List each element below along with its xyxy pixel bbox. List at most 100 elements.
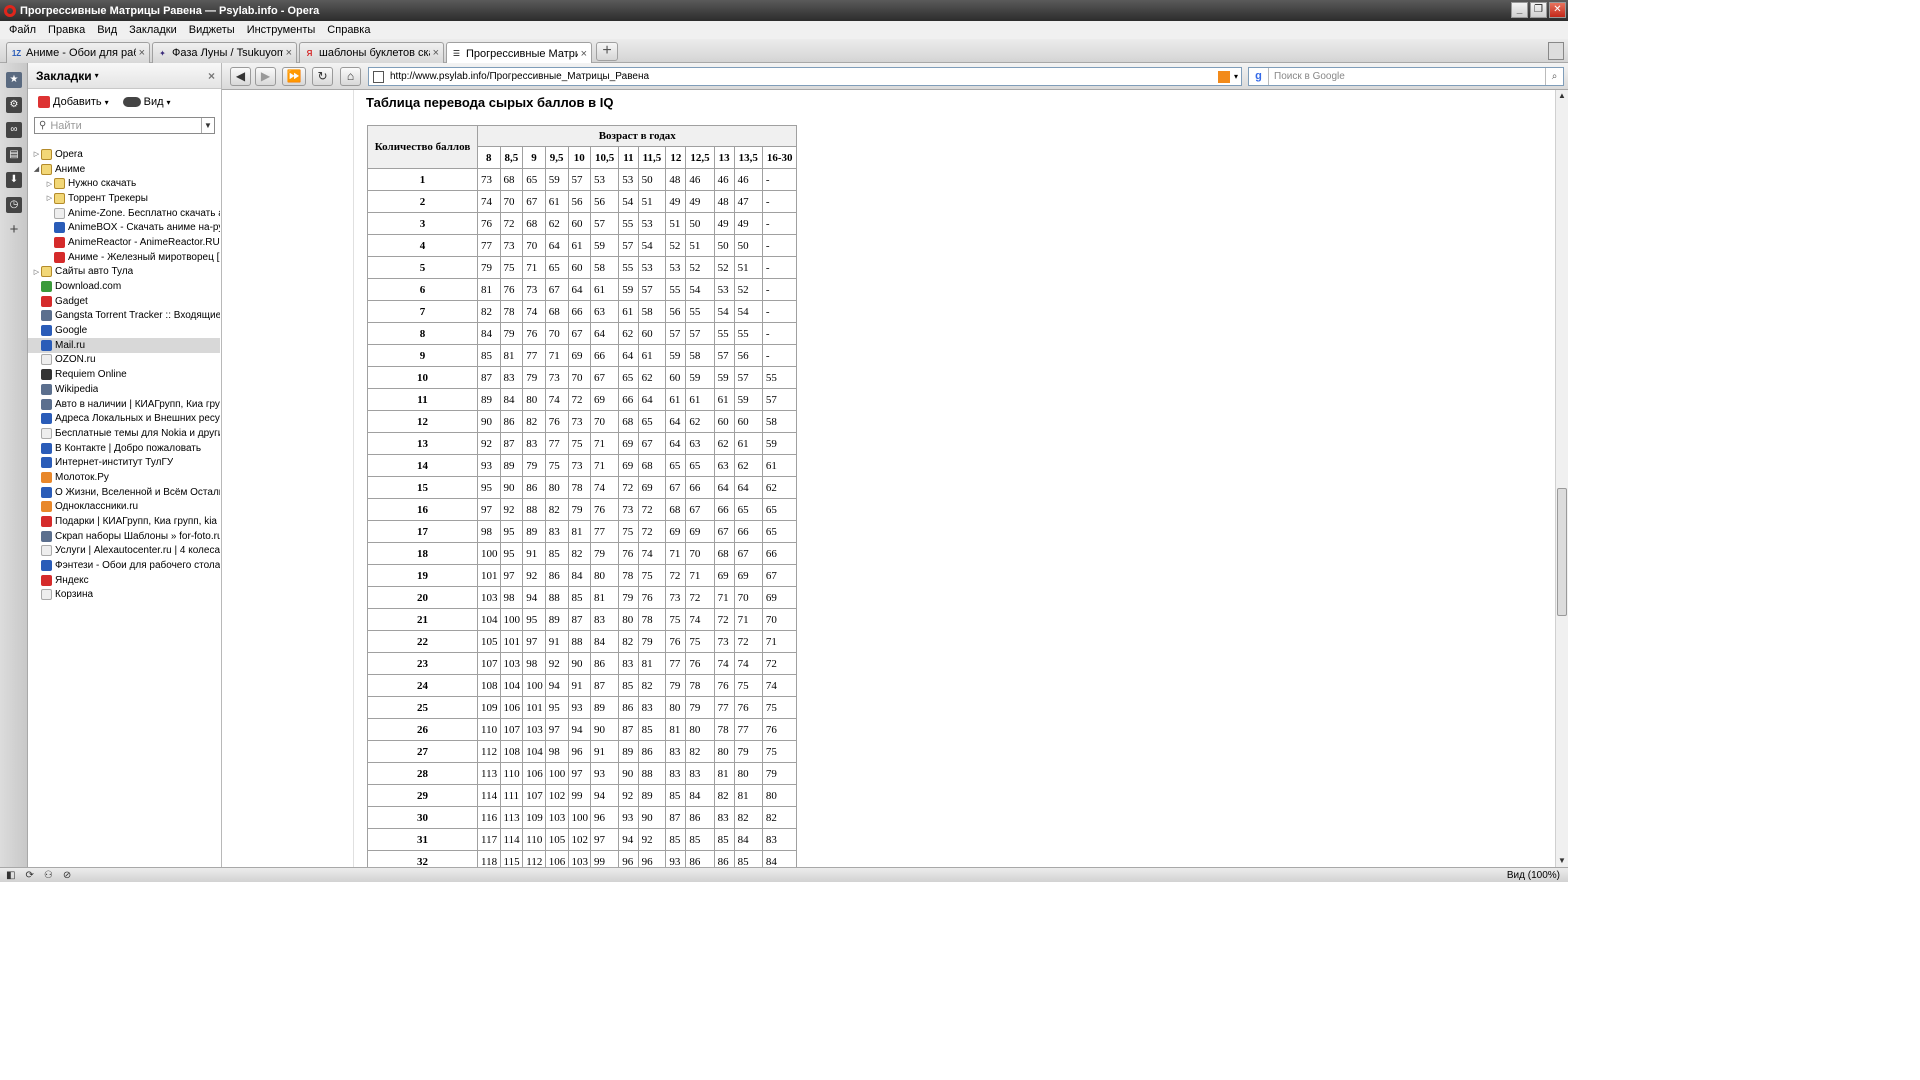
bookmark-item[interactable]: Фэнтези - Обои для рабочего стола - ... [28, 558, 220, 573]
turbo-icon[interactable]: ⊘ [63, 870, 71, 881]
bookmark-item[interactable]: Молоток.Ру [28, 470, 220, 485]
expand-arrow-icon[interactable]: ▷ [32, 268, 41, 276]
bookmark-item[interactable]: Mail.ru [28, 337, 220, 353]
bookmark-item[interactable]: Интернет-институт ТулГУ [28, 455, 220, 470]
panel-close-icon[interactable]: × [208, 69, 215, 83]
iq-cell: 86 [637, 740, 667, 763]
menu-help[interactable]: Справка [321, 24, 376, 36]
google-icon[interactable]: g [1249, 68, 1269, 85]
add-panel-icon[interactable]: + [6, 222, 22, 238]
bookmark-item[interactable]: Бесплатные темы для Nokia и других ... [28, 426, 220, 441]
search-dropdown-icon[interactable]: ▼ [201, 118, 214, 133]
bookmark-item[interactable]: Gangsta Torrent Tracker :: Входящие [28, 309, 220, 324]
menu-file[interactable]: Файл [3, 24, 42, 36]
panel-title[interactable]: Закладки [36, 69, 92, 83]
menu-edit[interactable]: Правка [42, 24, 91, 36]
tab-close-icon[interactable]: × [581, 48, 587, 60]
bookmark-item[interactable]: Gadget [28, 294, 220, 309]
widgets-panel-icon[interactable]: ⚙ [6, 97, 22, 113]
tab-moon-phase[interactable]: ✦ Фаза Луны / Tsukuyomi... × [152, 42, 297, 63]
iq-cell: 73 [522, 278, 546, 301]
bookmark-item[interactable]: Аниме - Железный миротворец [P... [28, 250, 220, 265]
bookmark-item[interactable]: Авто в наличии | КИАГрупп, Киа групп... [28, 397, 220, 412]
bookmark-item[interactable]: AnimeReactor - AnimeReactor.RU :A... [28, 235, 220, 250]
iq-cell: - [761, 212, 798, 235]
search-field[interactable]: g Поиск в Google ⌕ [1248, 67, 1564, 86]
search-placeholder[interactable]: Поиск в Google [1274, 71, 1345, 82]
bookmark-item[interactable]: Wikipedia [28, 382, 220, 397]
notes-panel-icon[interactable]: ▤ [6, 147, 22, 163]
new-tab-button[interactable]: + [596, 42, 618, 61]
scroll-up-icon[interactable]: ▲ [1556, 90, 1568, 102]
zoom-level[interactable]: Вид (100%) [1507, 870, 1560, 881]
panel-title-dropdown-icon[interactable]: ▾ [95, 71, 99, 80]
bookmark-item[interactable]: Адреса Локальных и Внешних ресурс... [28, 411, 220, 426]
menu-tools[interactable]: Инструменты [241, 24, 322, 36]
bookmark-item[interactable]: Корзина [28, 588, 220, 603]
links-panel-icon[interactable]: ∞ [6, 122, 22, 138]
rss-icon[interactable] [1217, 70, 1230, 83]
bookmark-item[interactable]: Скрап наборы Шаблоны » for-foto.ru | p..… [28, 529, 220, 544]
expand-arrow-icon[interactable]: ▷ [45, 180, 54, 188]
close-button[interactable]: ✕ [1549, 2, 1566, 18]
vertical-scrollbar[interactable]: ▲ ▼ [1555, 90, 1568, 867]
menu-bookmarks[interactable]: Закладки [123, 24, 183, 36]
address-dropdown-icon[interactable]: ▾ [1234, 72, 1238, 81]
sync-icon[interactable]: ⟳ [25, 870, 33, 881]
unite-icon[interactable]: ⚇ [44, 870, 53, 881]
maximize-button[interactable]: ❐ [1530, 2, 1547, 18]
expand-arrow-icon[interactable]: ▷ [45, 194, 54, 202]
tab-raven-matrices[interactable]: ☰ Прогрессивные Матриц... × [446, 42, 592, 64]
bookmark-item[interactable]: Requiem Online [28, 367, 220, 382]
address-bar[interactable]: http://www.psylab.info/Прогрессивные_Мат… [368, 67, 1242, 86]
home-button[interactable]: ⌂ [340, 67, 361, 86]
add-bookmark-button[interactable]: Добавить ▾ [38, 96, 109, 108]
menu-widgets[interactable]: Виджеты [183, 24, 241, 36]
bookmark-item[interactable]: Подарки | КИАГрупп, Киа групп, kia gr... [28, 514, 220, 529]
bookmark-folder[interactable]: ▷ Нужно скачать [28, 176, 220, 191]
expand-arrow-icon[interactable]: ◢ [32, 165, 41, 173]
fast-forward-button[interactable]: ⏩ [282, 67, 306, 86]
url-text[interactable]: http://www.psylab.info/Прогрессивные_Мат… [390, 71, 649, 82]
scroll-down-icon[interactable]: ▼ [1556, 855, 1568, 867]
bookmark-item[interactable]: Download.com [28, 279, 220, 294]
forward-button[interactable]: ▶ [255, 67, 276, 86]
bookmark-item[interactable]: Anime-Zone. Бесплатно скачать ан... [28, 206, 220, 221]
expand-arrow-icon[interactable]: ▷ [32, 150, 41, 158]
tab-favicon-icon: 1Z [11, 48, 22, 58]
bookmark-item[interactable]: Google [28, 323, 220, 338]
tab-close-icon[interactable]: × [286, 47, 292, 59]
bookmark-search-input[interactable]: ⚲ Найти ▼ [34, 117, 215, 134]
bookmark-item[interactable]: OZON.ru [28, 353, 220, 368]
panel-toggle-icon[interactable]: ◧ [6, 870, 15, 881]
bookmark-item[interactable]: AnimeBOX - Скачать аниме на-русс... [28, 220, 220, 235]
bookmark-label: Нужно скачать [68, 178, 137, 190]
bookmark-item[interactable]: Одноклассники.ru [28, 500, 220, 515]
bookmark-folder[interactable]: ◢ Аниме [28, 162, 220, 177]
reload-button[interactable]: ↻ [312, 67, 333, 86]
bookmark-folder[interactable]: ▷ Торрент Трекеры [28, 191, 220, 206]
tab-close-icon[interactable]: × [433, 47, 439, 59]
menu-view[interactable]: Вид [91, 24, 123, 36]
bookmark-item[interactable]: Яндекс [28, 573, 220, 588]
back-button[interactable]: ◀ [230, 67, 251, 86]
bookmark-item[interactable]: В Контакте | Добро пожаловать [28, 441, 220, 456]
age-header-cell: 8,5 [499, 146, 524, 169]
tab-booklet-templates[interactable]: Я шаблоны буклетов скач... × [299, 42, 444, 63]
tab-close-icon[interactable]: × [139, 47, 145, 59]
bookmark-folder[interactable]: ▷ Opera [28, 147, 220, 162]
scrollbar-thumb[interactable] [1557, 488, 1567, 616]
bookmark-item[interactable]: О Жизни, Вселенной и Всём Остальн... [28, 485, 220, 500]
downloads-panel-icon[interactable]: ⬇ [6, 172, 22, 188]
bookmark-folder[interactable]: ▷ Сайты авто Тула [28, 265, 220, 280]
bookmarks-panel-icon[interactable]: ★ [6, 72, 22, 88]
tab-label: Прогрессивные Матриц... [466, 47, 578, 60]
history-panel-icon[interactable]: ◷ [6, 197, 22, 213]
bookmark-item[interactable]: Услуги | Alexautocenter.ru | 4 колеса [28, 544, 220, 559]
minimize-button[interactable]: _ [1511, 2, 1528, 18]
tab-anime-wallpapers[interactable]: 1Z Аниме - Обои для рабоч... × [6, 42, 150, 63]
trash-icon[interactable] [1548, 42, 1564, 60]
view-button[interactable]: Вид ▾ [122, 96, 171, 108]
search-go-icon[interactable]: ⌕ [1545, 68, 1563, 85]
iq-cell: 114 [499, 828, 524, 851]
